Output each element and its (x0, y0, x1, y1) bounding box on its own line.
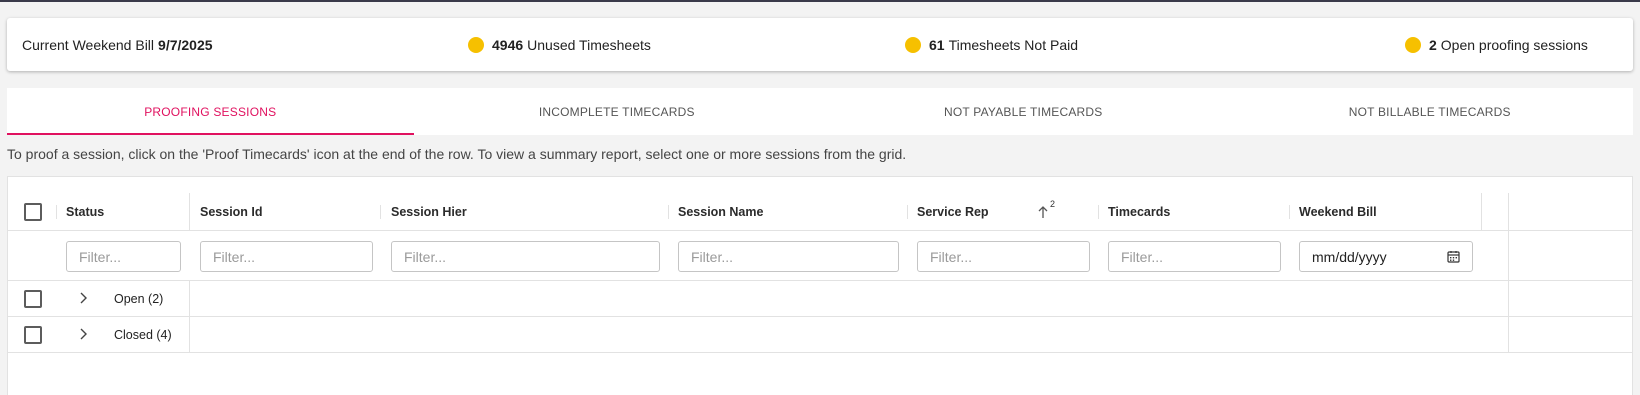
unused-label: Unused Timesheets (527, 36, 651, 53)
session-hier-filter-input[interactable] (391, 241, 660, 272)
column-divider (56, 205, 57, 219)
sort-order-number: 2 (1050, 199, 1056, 209)
sort-ascending-icon (1038, 206, 1048, 218)
group-label-open: Open (2) (114, 292, 164, 306)
grid-filter-row: mm/dd/yyyy (8, 231, 1632, 281)
current-bill-label: Current Weekend Bill (22, 36, 155, 53)
summary-bar: Current Weekend Bill 9/7/2025 4946 Unuse… (7, 18, 1633, 71)
group-row-closed[interactable]: Closed (4) (8, 317, 1632, 353)
grid-header-row: Status Session Id Session Hier Session N… (8, 193, 1632, 231)
status-filter-input[interactable] (66, 241, 181, 272)
not-paid-label: Timesheets Not Paid (948, 36, 1079, 53)
date-placeholder: mm/dd/yyyy (1312, 248, 1387, 265)
column-divider (1508, 193, 1509, 231)
chevron-right-icon[interactable] (78, 327, 88, 341)
tab-proofing-sessions[interactable]: PROOFING SESSIONS (7, 88, 414, 135)
column-header-timecards[interactable]: Timecards (1108, 193, 1170, 231)
open-label: Open proofing sessions (1440, 36, 1588, 53)
calendar-icon[interactable] (1447, 250, 1460, 263)
row-checkbox[interactable] (24, 290, 42, 308)
open-sessions-indicator[interactable]: 2 Open proofing sessions (1405, 18, 1588, 71)
column-divider (1481, 193, 1482, 231)
top-border (0, 0, 1640, 2)
sessions-grid: Status Session Id Session Hier Session N… (7, 176, 1633, 395)
open-count: 2 (1429, 36, 1437, 53)
column-divider (189, 193, 190, 231)
column-header-weekend-bill[interactable]: Weekend Bill (1299, 193, 1377, 231)
column-divider (189, 317, 190, 353)
weekend-bill-date-filter[interactable]: mm/dd/yyyy (1299, 241, 1473, 272)
sort-indicator[interactable]: 2 (1037, 193, 1055, 231)
session-name-filter-input[interactable] (678, 241, 899, 272)
tab-not-payable-timecards[interactable]: NOT PAYABLE TIMECARDS (820, 88, 1227, 135)
column-divider (1289, 205, 1290, 219)
column-header-session-hier[interactable]: Session Hier (391, 193, 467, 231)
tab-bar: PROOFING SESSIONS INCOMPLETE TIMECARDS N… (7, 88, 1633, 135)
column-header-session-id[interactable]: Session Id (200, 193, 263, 231)
tab-incomplete-timecards[interactable]: INCOMPLETE TIMECARDS (414, 88, 821, 135)
status-dot-icon (468, 36, 484, 53)
column-divider (1508, 317, 1509, 353)
not-paid-count: 61 (929, 36, 945, 53)
group-row-open[interactable]: Open (2) (8, 281, 1632, 317)
column-divider (380, 205, 381, 219)
tab-not-billable-timecards[interactable]: NOT BILLABLE TIMECARDS (1227, 88, 1634, 135)
column-divider (1508, 281, 1509, 317)
column-divider (668, 205, 669, 219)
column-header-service-rep[interactable]: Service Rep (917, 193, 989, 231)
column-header-session-name[interactable]: Session Name (678, 193, 763, 231)
row-checkbox[interactable] (24, 326, 42, 344)
current-weekend-bill: Current Weekend Bill 9/7/2025 (22, 18, 217, 71)
current-bill-date: 9/7/2025 (158, 36, 213, 53)
unused-count: 4946 (492, 36, 524, 53)
not-paid-indicator[interactable]: 61 Timesheets Not Paid (905, 18, 1078, 71)
column-header-status[interactable]: Status (66, 193, 104, 231)
column-divider (907, 205, 908, 219)
status-dot-icon (905, 36, 921, 53)
column-divider (1508, 231, 1509, 281)
session-id-filter-input[interactable] (200, 241, 373, 272)
unused-timesheets-indicator[interactable]: 4946 Unused Timesheets (468, 18, 651, 71)
status-dot-icon (1405, 36, 1421, 53)
group-label-closed: Closed (4) (114, 328, 172, 342)
column-divider (1098, 205, 1099, 219)
instructions-text: To proof a session, click on the 'Proof … (7, 146, 907, 162)
column-divider (189, 281, 190, 317)
timecards-filter-input[interactable] (1108, 241, 1281, 272)
service-rep-filter-input[interactable] (917, 241, 1090, 272)
chevron-right-icon[interactable] (78, 291, 88, 305)
select-all-checkbox[interactable] (24, 203, 42, 221)
